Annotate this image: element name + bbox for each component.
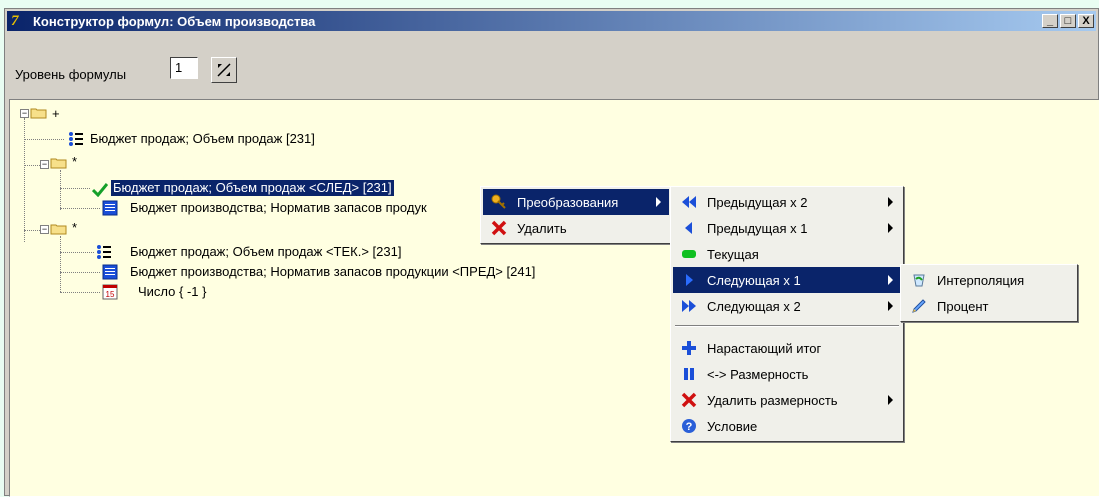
window-title: Конструктор формул: Объем производства — [33, 14, 316, 29]
right-arrow-icon — [686, 274, 693, 286]
list-icon — [69, 132, 83, 146]
delete-icon — [491, 220, 507, 236]
menu-item-dimension[interactable]: <-> Размерность — [673, 361, 901, 387]
tree-item[interactable]: Бюджет производства; Норматив запасов пр… — [130, 200, 427, 216]
tree-item[interactable]: Бюджет продаж; Объем продаж [231] — [90, 131, 315, 147]
submenu-arrow-icon — [888, 223, 893, 233]
table-icon — [102, 200, 118, 216]
tree-item[interactable]: Бюджет продаж; Объем продаж <ТЕК.> [231] — [130, 244, 401, 260]
minimize-button[interactable]: _ — [1042, 14, 1058, 28]
help-icon: ? — [682, 419, 696, 433]
tree-item[interactable]: Число { -1 } — [138, 284, 206, 300]
formula-level-input[interactable]: 1 — [170, 57, 198, 79]
plus-icon — [682, 341, 696, 355]
menu-item-percent[interactable]: Процент — [903, 293, 1075, 319]
submenu-arrow-icon — [888, 301, 893, 311]
group-label[interactable]: * — [72, 220, 77, 236]
formula-builder-window: 7 Конструктор формул: Объем производства… — [4, 8, 1099, 497]
tree-item[interactable]: Бюджет производства; Норматив запасов пр… — [130, 264, 535, 280]
submenu-arrow-icon — [888, 395, 893, 405]
list-icon — [97, 245, 111, 259]
interpolation-icon — [913, 274, 925, 287]
menu-item-delete[interactable]: Удалить — [483, 215, 669, 241]
tree-item-selected[interactable]: Бюджет продаж; Объем продаж <СЛЕД> [231] — [111, 180, 394, 196]
pause-icon — [684, 368, 694, 380]
svg-text:15: 15 — [106, 290, 115, 299]
menu-item-running-total[interactable]: Нарастающий итог — [673, 335, 901, 361]
left-arrow-icon — [685, 222, 692, 234]
key-icon — [491, 194, 506, 209]
menu-item-transforms[interactable]: Преобразования — [483, 189, 669, 215]
menu-separator — [675, 325, 899, 327]
maximize-button[interactable]: □ — [1060, 14, 1076, 28]
calendar-icon: 15 — [102, 284, 118, 300]
current-icon — [682, 250, 696, 258]
menu-item-delete-dimension[interactable]: Удалить размерность — [673, 387, 901, 413]
table-icon — [102, 264, 118, 280]
menu-item-current[interactable]: Текущая — [673, 241, 901, 267]
menu-item-prev1[interactable]: Предыдущая х 1 — [673, 215, 901, 241]
menu-item-prev2[interactable]: Предыдущая х 2 — [673, 189, 901, 215]
root-expander[interactable]: − — [20, 109, 29, 118]
group-expander[interactable]: − — [40, 225, 49, 234]
level-stepper-button[interactable] — [211, 57, 237, 83]
folder-icon — [50, 224, 67, 235]
delete-icon — [681, 392, 697, 408]
next1-submenu: Интерполяция Процент — [900, 264, 1078, 322]
folder-icon — [30, 108, 47, 119]
double-right-arrow-icon — [682, 300, 696, 312]
transforms-submenu: Предыдущая х 2 Предыдущая х 1 Текущая Сл… — [670, 186, 904, 442]
title-bar[interactable]: 7 Конструктор формул: Объем производства… — [7, 11, 1096, 31]
submenu-arrow-icon — [656, 197, 661, 207]
double-left-arrow-icon — [682, 196, 696, 208]
submenu-arrow-icon — [888, 197, 893, 207]
pen-icon — [912, 299, 926, 313]
tree-root-label[interactable]: + — [52, 106, 60, 122]
group-expander[interactable]: − — [40, 160, 49, 169]
menu-item-interpolation[interactable]: Интерполяция — [903, 267, 1075, 293]
app-icon: 7 — [11, 13, 19, 29]
menu-item-next1[interactable]: Следующая х 1 — [673, 267, 901, 293]
context-menu: Преобразования Удалить — [480, 186, 672, 244]
check-icon — [92, 183, 108, 197]
menu-item-condition[interactable]: ? Условие — [673, 413, 901, 439]
close-button[interactable]: X — [1078, 14, 1094, 28]
folder-icon — [50, 158, 67, 169]
svg-text:?: ? — [686, 421, 693, 433]
formula-level-label: Уровень формулы — [15, 67, 127, 82]
submenu-arrow-icon — [888, 275, 893, 285]
group-label[interactable]: * — [72, 154, 77, 170]
menu-item-next2[interactable]: Следующая х 2 — [673, 293, 901, 319]
stepper-icon — [217, 63, 231, 77]
